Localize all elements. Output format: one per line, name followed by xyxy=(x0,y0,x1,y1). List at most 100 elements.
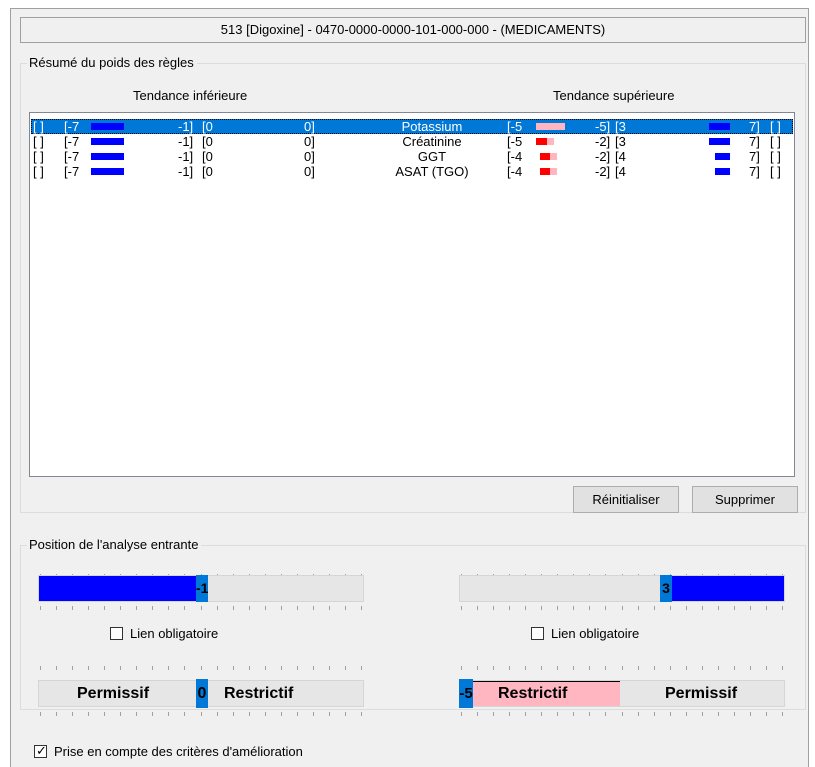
tick-mark xyxy=(168,712,169,716)
list-item[interactable]: [ ] [-7 -1] [0 0] Créatinine [-5 -2] [3 … xyxy=(31,134,793,149)
tick-mark xyxy=(281,606,282,610)
lower-required-link-checkbox[interactable]: Lien obligatoire xyxy=(110,626,218,641)
upper-mode-value: -5 xyxy=(459,685,473,702)
row-upper-min: [-4 xyxy=(507,149,523,164)
checkbox-box[interactable] xyxy=(110,627,123,640)
list-item[interactable]: [ ] [-7 -1] [0 0] Potassium [-5 -5] [3 7… xyxy=(31,119,793,134)
lower-mode-right-label: Restrictif xyxy=(224,685,294,702)
tick-mark xyxy=(152,606,153,610)
tick-mark xyxy=(670,666,671,670)
tick-mark xyxy=(766,606,767,610)
upper-trend-slider[interactable]: 3 xyxy=(459,575,785,602)
row-upper-max: [4 xyxy=(615,149,626,164)
checkbox-box[interactable]: ✓ xyxy=(34,743,47,758)
improvement-criteria-checkbox[interactable]: ✓ Prise en compte des critères d'amélior… xyxy=(34,743,303,759)
tick-mark xyxy=(622,712,623,716)
tick-mark xyxy=(281,712,282,716)
tick-mark xyxy=(477,606,478,610)
checkbox-box[interactable] xyxy=(531,627,544,640)
tick-mark xyxy=(345,666,346,670)
improvement-criteria-label: Prise en compte des critères d'améliorat… xyxy=(54,744,303,759)
tick-mark xyxy=(184,712,185,716)
rules-list[interactable]: [ ] [-7 -1] [0 0] Potassium [-5 -5] [3 7… xyxy=(29,112,795,477)
tick-mark xyxy=(345,606,346,610)
tick-mark xyxy=(217,606,218,610)
upper-required-link-checkbox[interactable]: Lien obligatoire xyxy=(531,626,639,641)
tick-mark xyxy=(734,606,735,610)
row-rule-name: GGT xyxy=(417,149,447,164)
tick-mark xyxy=(217,712,218,716)
tick-mark xyxy=(56,606,57,610)
reset-button[interactable]: Réinitialiser xyxy=(573,486,679,513)
tick-mark xyxy=(573,712,574,716)
tick-mark xyxy=(622,606,623,610)
row-lower-min: [-7 xyxy=(64,164,80,179)
list-item[interactable]: [ ] [-7 -1] [0 0] ASAT (TGO) [-4 -2] [4 … xyxy=(31,164,793,179)
upper-neg-bar-red xyxy=(540,168,550,175)
tick-mark xyxy=(345,712,346,716)
upper-required-link-label: Lien obligatoire xyxy=(551,626,640,641)
tick-mark xyxy=(104,712,105,716)
upper-neg-bar-pink xyxy=(547,138,554,145)
upper-pos-bar xyxy=(709,123,730,130)
upper-slider-ticks-bottom xyxy=(461,606,783,610)
tick-mark xyxy=(249,666,250,670)
row-upper-max: [3 xyxy=(615,119,626,134)
list-item[interactable]: [ ] [-7 -1] [0 0] GGT [-4 -2] [4 7] [ ] xyxy=(31,149,793,164)
tick-mark xyxy=(509,712,510,716)
row-lower-zero-end: 0] xyxy=(304,164,315,179)
upper-mode-slider[interactable]: -5 Restrictif Permissif xyxy=(459,679,785,708)
tick-mark xyxy=(589,666,590,670)
row-flag-right: [ ] xyxy=(770,164,781,179)
lower-mode-left-label: Permissif xyxy=(77,685,150,702)
tick-mark xyxy=(361,666,362,670)
tick-mark xyxy=(541,712,542,716)
tick-mark xyxy=(638,712,639,716)
delete-button[interactable]: Supprimer xyxy=(692,486,798,513)
tick-mark xyxy=(184,666,185,670)
row-lower-zero-end: 0] xyxy=(304,134,315,149)
lower-mode-slider[interactable]: Permissif 0 Restrictif xyxy=(38,679,364,708)
row-lower-min: [-7 xyxy=(64,134,80,149)
tick-mark xyxy=(152,712,153,716)
lower-required-link-label: Lien obligatoire xyxy=(130,626,219,641)
upper-mode-thumb[interactable]: -5 xyxy=(459,679,473,708)
lower-trend-slider[interactable]: -1 xyxy=(38,575,364,602)
tick-mark xyxy=(361,712,362,716)
tick-mark xyxy=(638,606,639,610)
tick-mark xyxy=(766,712,767,716)
row-upper-max-end: 7] xyxy=(749,164,760,179)
upper-slider-thumb[interactable]: 3 xyxy=(660,575,672,602)
tick-mark xyxy=(557,712,558,716)
tick-mark xyxy=(782,712,783,716)
tick-mark xyxy=(557,666,558,670)
lower-mode-thumb[interactable]: 0 xyxy=(196,679,208,708)
upper-pos-bar xyxy=(715,168,730,175)
tick-mark xyxy=(88,712,89,716)
tick-mark xyxy=(493,666,494,670)
lower-bar xyxy=(91,168,124,175)
row-flag-left: [ ] xyxy=(33,119,44,134)
tick-mark xyxy=(654,712,655,716)
lower-slider-thumb[interactable]: -1 xyxy=(196,575,208,602)
row-flag-right: [ ] xyxy=(770,149,781,164)
upper-neg-bar-red xyxy=(536,138,547,145)
tick-mark xyxy=(782,666,783,670)
tick-mark xyxy=(249,712,250,716)
tick-mark xyxy=(104,666,105,670)
tick-mark xyxy=(201,606,202,610)
row-upper-max-end: 7] xyxy=(749,149,760,164)
tick-mark xyxy=(329,606,330,610)
tick-mark xyxy=(329,666,330,670)
tick-mark xyxy=(622,666,623,670)
upper-neg-bar-red xyxy=(540,153,550,160)
tick-mark xyxy=(702,666,703,670)
row-lower-min: [-7 xyxy=(64,119,80,134)
tick-mark xyxy=(493,712,494,716)
tick-mark xyxy=(281,666,282,670)
tick-mark xyxy=(638,666,639,670)
row-lower-zero-end: 0] xyxy=(304,119,315,134)
tick-mark xyxy=(104,606,105,610)
upper-mode-left-label: Restrictif xyxy=(498,685,568,702)
row-upper-min: [-5 xyxy=(507,134,523,149)
